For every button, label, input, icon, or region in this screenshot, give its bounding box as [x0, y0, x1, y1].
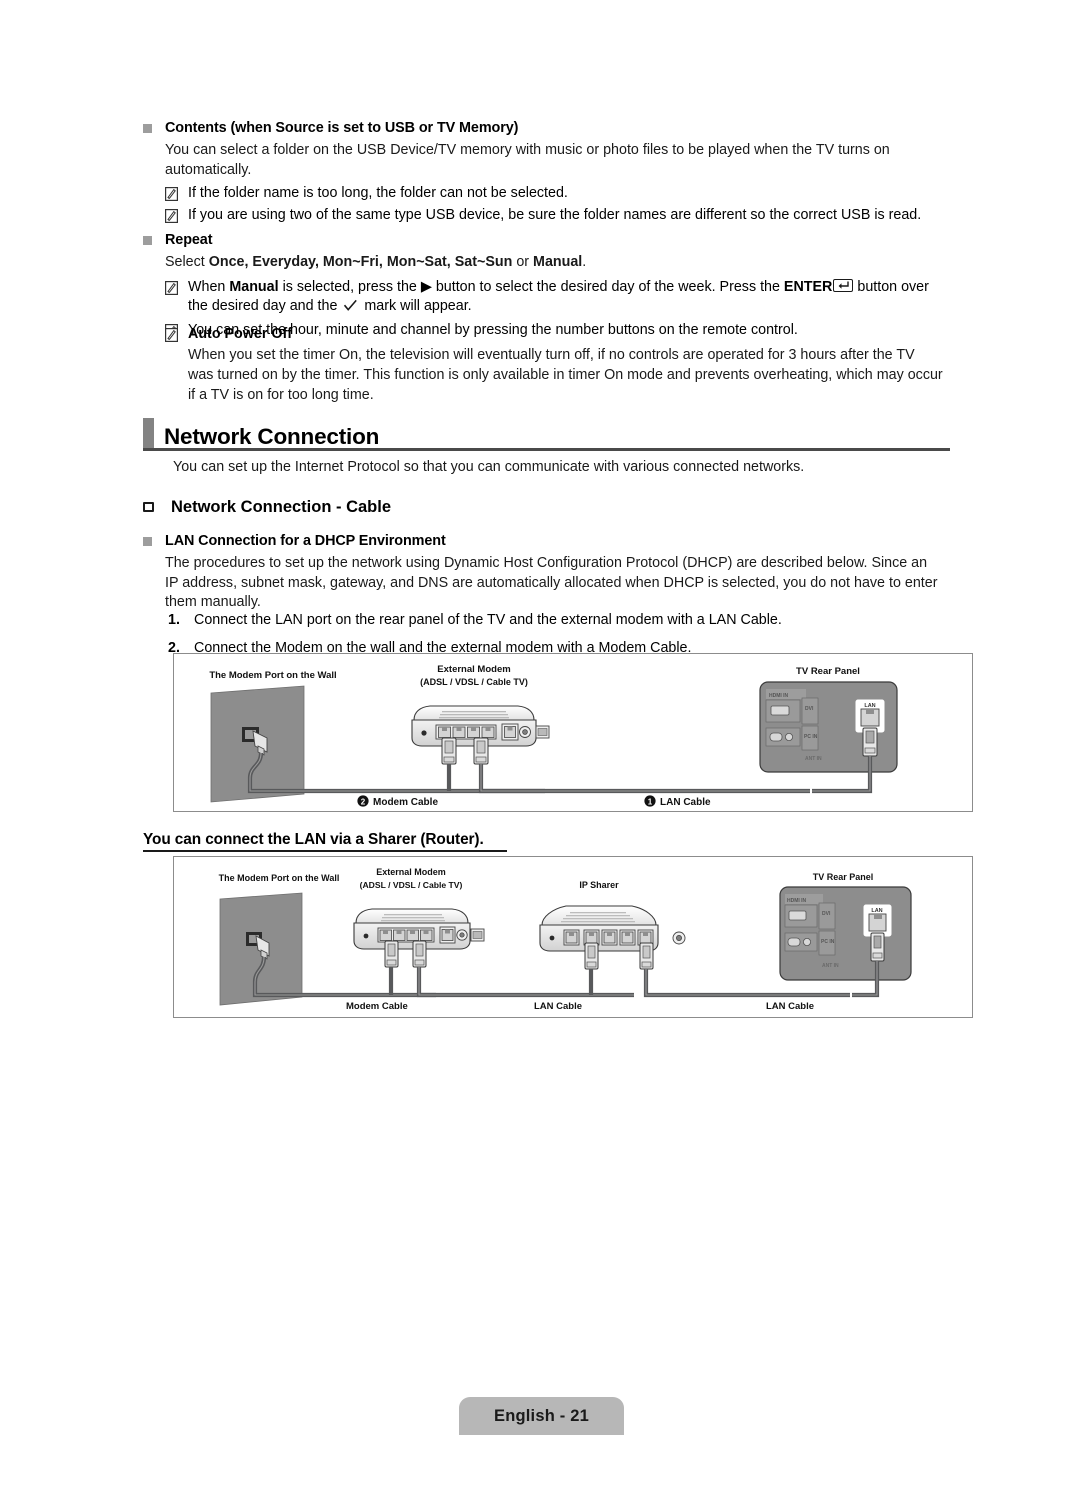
txt-enter: ENTER	[783, 278, 833, 295]
section-title-network-connection: Network Connection	[143, 418, 380, 449]
auto-power-off-heading: Auto Power Off	[188, 326, 293, 342]
label-lan-port: LAN	[864, 703, 875, 709]
label-ant-in: ANT IN	[805, 756, 822, 762]
dhcp-heading-row: LAN Connection for a DHCP Environment	[143, 532, 943, 551]
repeat-note-1: When Manual is selected, press the ▶ but…	[165, 278, 943, 319]
txt-c: button to select the desired day of the …	[431, 278, 784, 295]
sharer-subheading-wrap: You can connect the LAN via a Sharer (Ro…	[143, 831, 507, 852]
txt-e: mark will appear.	[360, 298, 472, 314]
label-lan-cable-1: LAN Cable	[534, 1001, 582, 1012]
label-lan-cable-2: LAN Cable	[766, 1001, 814, 1012]
subsection-network-connection-cable: Network Connection - Cable	[143, 497, 391, 517]
square-bullet-icon	[143, 236, 152, 245]
repeat-select-line: Select Once, Everyday, Mon~Fri, Mon~Sat,…	[165, 253, 943, 273]
footer-page-badge: English - 21	[459, 1397, 624, 1435]
note-pencil-icon	[165, 328, 178, 342]
label-lan-port: LAN	[871, 908, 882, 914]
contents-heading: Contents (when Source is set to USB or T…	[165, 120, 519, 136]
note-pencil-icon	[165, 280, 178, 295]
hollow-square-bullet-icon	[143, 502, 154, 512]
enter-key-icon	[833, 278, 854, 292]
contents-paragraph: You can select a folder on the USB Devic…	[165, 142, 890, 178]
footer-page-label: English - 21	[493, 1406, 589, 1425]
repeat-heading: Repeat	[165, 232, 213, 248]
square-bullet-icon	[143, 537, 152, 546]
txt-a: When	[188, 278, 230, 295]
label-external-modem-sub: (ADSL / VDSL / Cable TV)	[420, 677, 528, 687]
note-text-manual: When Manual is selected, press the ▶ but…	[188, 278, 943, 319]
manual-page: Contents (when Source is set to USB or T…	[0, 0, 1080, 1488]
label-modem-port-wall: The Modem Port on the Wall	[219, 873, 340, 883]
select-option-manual: Manual	[533, 254, 583, 270]
diagram-lan-direct-connection: The Modem Port on the Wall External Mode…	[173, 653, 973, 812]
check-mark-icon	[343, 299, 358, 318]
label-external-modem-sub: (ADSL / VDSL / Cable TV)	[360, 880, 463, 890]
contents-heading-row: Contents (when Source is set to USB or T…	[143, 119, 933, 138]
section-auto-power-off: Auto Power Off When you set the timer On…	[165, 325, 943, 405]
dhcp-heading: LAN Connection for a DHCP Environment	[165, 533, 446, 549]
note-text: If you are using two of the same type US…	[188, 206, 922, 223]
cable-subheading: Network Connection - Cable	[171, 498, 392, 516]
label-ant-in: ANT IN	[822, 963, 839, 969]
note-text: If the folder name is too long, the fold…	[188, 185, 568, 202]
label-dvi: DVI	[805, 706, 814, 712]
auto-power-off-paragraph: When you set the timer On, the televisio…	[188, 347, 943, 403]
network-intro-paragraph: You can set up the Internet Protocol so …	[173, 459, 805, 475]
subsection-dhcp: LAN Connection for a DHCP Environment Th…	[143, 532, 943, 613]
label-pc-in: PC IN	[804, 734, 818, 740]
dhcp-paragraph: The procedures to set up the network usi…	[165, 555, 938, 611]
section-contents: Contents (when Source is set to USB or T…	[143, 119, 933, 225]
label-tv-rear-panel: TV Rear Panel	[796, 666, 860, 677]
label-ip-sharer: IP Sharer	[579, 880, 619, 890]
sharer-subheading: You can connect the LAN via a Sharer (Ro…	[143, 831, 484, 848]
label-dvi: DVI	[822, 911, 831, 917]
cable-subheading-row: Network Connection - Cable	[143, 497, 391, 517]
select-prefix: Select	[165, 254, 209, 270]
contents-note-2: If you are using two of the same type US…	[165, 206, 933, 225]
diagram-lan-via-sharer: The Modem Port on the Wall External Mode…	[173, 856, 973, 1018]
note-pencil-icon	[165, 187, 178, 202]
select-mid: or	[512, 254, 534, 270]
step-text: Connect the LAN port on the rear panel o…	[194, 612, 782, 628]
sharer-subheading-underline	[143, 850, 507, 852]
dhcp-steps: 1. Connect the LAN port on the rear pane…	[168, 611, 948, 658]
badge-modem-cable-number: 2	[361, 798, 366, 807]
right-arrow-icon: ▶	[420, 278, 432, 295]
step-item: 1. Connect the LAN port on the rear pane…	[168, 611, 948, 631]
label-pc-in: PC IN	[821, 939, 835, 945]
label-external-modem: External Modem	[437, 664, 510, 675]
label-modem-port-wall: The Modem Port on the Wall	[209, 670, 336, 681]
title-rule	[143, 448, 950, 451]
note-pencil-icon	[165, 208, 178, 223]
select-options: Once, Everyday, Mon~Fri, Mon~Sat, Sat~Su…	[208, 254, 513, 270]
contents-note-1: If the folder name is too long, the fold…	[165, 184, 933, 203]
heading-accent-bar	[143, 418, 154, 448]
label-external-modem: External Modem	[376, 867, 446, 877]
label-tv-rear-panel: TV Rear Panel	[813, 872, 874, 882]
square-bullet-icon	[143, 124, 152, 133]
label-modem-cable: Modem Cable	[346, 1001, 408, 1012]
badge-lan-cable-number: 1	[648, 798, 653, 807]
label-lan-cable: LAN Cable	[660, 797, 711, 808]
txt-b: is selected, press the	[278, 278, 421, 295]
repeat-heading-row: Repeat	[143, 231, 943, 250]
select-suffix: .	[582, 254, 587, 270]
label-hdmi-in: HDMI IN	[787, 898, 807, 904]
page-title: Network Connection	[164, 424, 380, 449]
auto-power-off-heading-row: Auto Power Off	[165, 325, 943, 344]
step-number: 1.	[168, 612, 180, 628]
label-modem-cable: Modem Cable	[373, 797, 438, 808]
label-hdmi-in: HDMI IN	[769, 693, 789, 699]
txt-manual: Manual	[229, 278, 279, 295]
